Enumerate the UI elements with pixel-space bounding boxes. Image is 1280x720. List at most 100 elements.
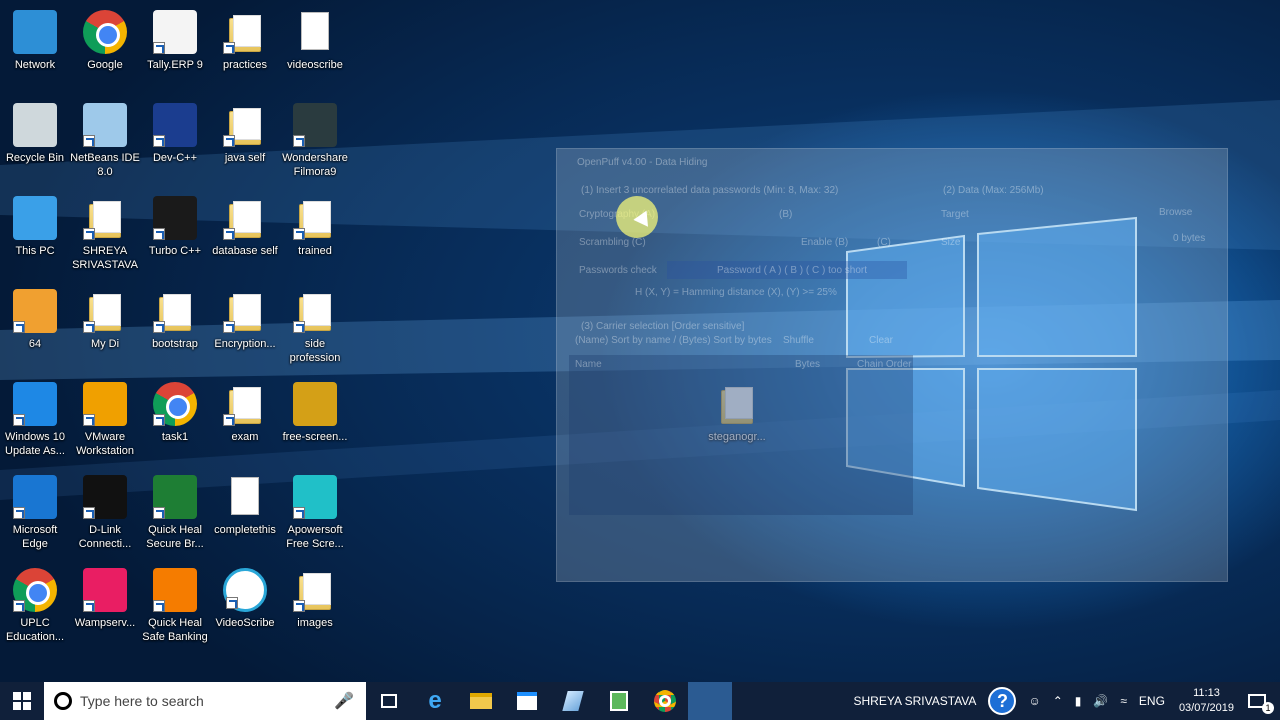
enable-b-checkbox: Enable (B) [801, 237, 849, 248]
desktop-icon[interactable]: free-screen... [280, 378, 350, 444]
desktop-icon[interactable]: 64 [0, 285, 70, 351]
app-icon [13, 289, 57, 333]
desktop-icon[interactable]: Google [70, 6, 140, 72]
desktop-icon-label: bootstrap [152, 338, 198, 350]
desktop-icon[interactable]: Tally.ERP 9 [140, 6, 210, 72]
notification-count: 1 [1262, 702, 1274, 714]
desktop-icon[interactable]: Windows 10 Update As... [0, 378, 70, 458]
desktop-icon-label: images [297, 617, 333, 629]
chevron-up-icon[interactable]: ⌃ [1047, 682, 1069, 720]
desktop-icon[interactable]: images [280, 564, 350, 630]
task-view-icon [381, 694, 397, 708]
shortcut-arrow-icon [226, 597, 238, 609]
desktop-icon[interactable]: Wondershare Filmora9 [280, 99, 350, 179]
shortcut-arrow-icon [293, 321, 305, 333]
help-icon[interactable]: ? [982, 682, 1022, 720]
desktop-icon[interactable]: This PC [0, 192, 70, 258]
desktop-icon[interactable]: task1 [140, 378, 210, 444]
desktop-icon-label: Encryption... [214, 338, 276, 350]
desktop-icon[interactable]: completethis [210, 471, 280, 537]
desktop-icon[interactable]: SHREYA SRIVASTAVA [70, 192, 140, 272]
desktop-icon-label: Quick Heal Safe Banking [142, 617, 208, 643]
task-view-button[interactable] [366, 682, 412, 720]
desktop-icon[interactable]: side profession [280, 285, 350, 365]
shortcut-arrow-icon [153, 600, 165, 612]
window-title: OpenPuff v4.00 - Data Hiding [577, 157, 708, 168]
desktop-icon[interactable]: My Di [70, 285, 140, 351]
shortcut-arrow-icon [153, 321, 165, 333]
battery-icon[interactable]: ▮ [1069, 682, 1088, 720]
desktop-icon[interactable]: Quick Heal Safe Banking [140, 564, 210, 644]
hamming-note: H (X, Y) = Hamming distance (X), (Y) >= … [635, 287, 837, 298]
desktop-icon[interactable]: Apowersoft Free Scre... [280, 471, 350, 551]
quick-heal-banking-icon [153, 568, 197, 612]
desktop-icon[interactable]: D-Link Connecti... [70, 471, 140, 551]
desktop-icon[interactable]: Network [0, 6, 70, 72]
netbeans-icon [83, 103, 127, 147]
desktop-icon[interactable]: practices [210, 6, 280, 72]
desktop-icon[interactable]: UPLC Education... [0, 564, 70, 644]
taskbar-search[interactable]: 🎤 [44, 682, 366, 720]
wifi-icon[interactable]: ≈ [1114, 682, 1133, 720]
clock[interactable]: 11:13 03/07/2019 [1171, 686, 1242, 716]
taskbar-notepad[interactable] [596, 682, 642, 720]
notepad-icon [610, 691, 628, 711]
desktop-icon[interactable]: Turbo C++ [140, 192, 210, 258]
devcpp-icon [153, 103, 197, 147]
search-input[interactable] [80, 693, 335, 709]
desktop-icon[interactable]: NetBeans IDE 8.0 [70, 99, 140, 179]
desktop-icon-label: Windows 10 Update As... [5, 431, 65, 457]
desktop-icon[interactable]: Wampserv... [70, 564, 140, 630]
taskbar-openpuff[interactable] [550, 682, 596, 720]
desktop-icon[interactable]: Quick Heal Secure Br... [140, 471, 210, 551]
desktop-icon[interactable]: bootstrap [140, 285, 210, 351]
document-icon [223, 475, 267, 519]
desktop-icon-label: SHREYA SRIVASTAVA [72, 245, 138, 271]
document-icon [293, 10, 337, 54]
user-name[interactable]: SHREYA SRIVASTAVA [848, 682, 983, 720]
desktop-icon-label: exam [231, 431, 259, 443]
notification-center[interactable]: 1 [1242, 682, 1280, 720]
desktop-icon-label: Tally.ERP 9 [147, 59, 203, 71]
box-icon [293, 382, 337, 426]
date: 03/07/2019 [1178, 702, 1234, 714]
desktop-icon-label: 64 [28, 338, 42, 350]
shortcut-arrow-icon [223, 321, 235, 333]
desktop-icon-label: UPLC Education... [5, 617, 65, 643]
folder-icon [223, 382, 267, 426]
desktop-icon[interactable]: VMware Workstation [70, 378, 140, 458]
sort-hint: (Name) Sort by name / (Bytes) Sort by by… [575, 335, 772, 346]
taskbar-file-explorer[interactable] [458, 682, 504, 720]
folder-icon [223, 196, 267, 240]
passwords-check-label: Passwords check [579, 265, 657, 276]
shortcut-arrow-icon [223, 135, 235, 147]
desktop-icon[interactable]: database self [210, 192, 280, 258]
dlink-icon [83, 475, 127, 519]
language-indicator[interactable]: ENG [1133, 682, 1171, 720]
desktop-icon[interactable]: Encryption... [210, 285, 280, 351]
apowersoft-icon [293, 475, 337, 519]
browse-button: Browse [1159, 207, 1193, 218]
start-button[interactable] [0, 682, 44, 720]
shortcut-arrow-icon [223, 228, 235, 240]
desktop-icon[interactable]: Microsoft Edge [0, 471, 70, 551]
people-icon[interactable]: ☺ [1022, 682, 1046, 720]
microphone-icon[interactable]: 🎤 [334, 691, 366, 711]
folder-icon [83, 289, 127, 333]
taskbar-active-window[interactable] [688, 682, 732, 720]
desktop-icon[interactable]: videoscribe [280, 6, 350, 72]
desktop-icon[interactable]: exam [210, 378, 280, 444]
desktop-icon[interactable]: Dev-C++ [140, 99, 210, 165]
taskbar-chrome[interactable] [642, 682, 688, 720]
desktop-icon[interactable]: Recycle Bin [0, 99, 70, 165]
desktop-icon[interactable]: trained [280, 192, 350, 258]
volume-icon[interactable]: 🔊 [1087, 682, 1114, 720]
taskbar-store[interactable] [504, 682, 550, 720]
store-icon [517, 692, 537, 710]
desktop-icon[interactable]: VideoScribe [210, 564, 280, 630]
desktop-icon[interactable]: java self [210, 99, 280, 165]
folder-icon [293, 568, 337, 612]
shortcut-arrow-icon [293, 600, 305, 612]
taskbar-edge[interactable]: e [412, 682, 458, 720]
edge-icon [13, 475, 57, 519]
